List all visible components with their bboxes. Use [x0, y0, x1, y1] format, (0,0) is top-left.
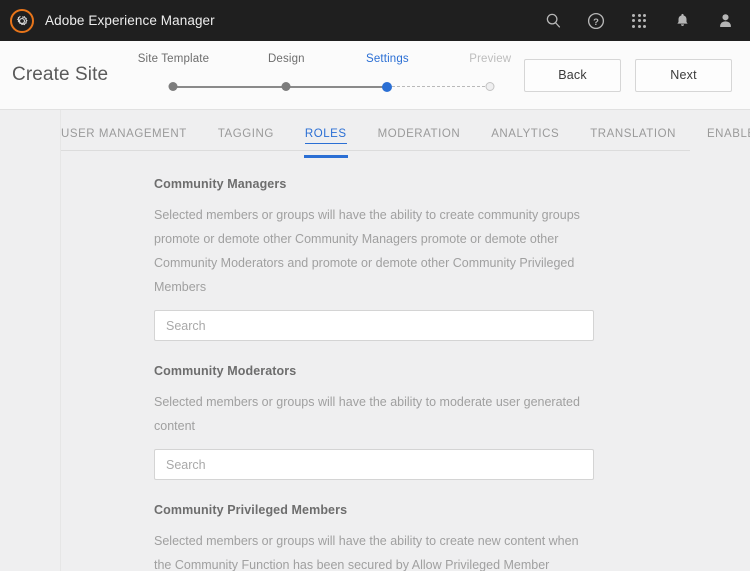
- wizard-dot-design[interactable]: [282, 82, 291, 91]
- field-label-community-moderators: Community Moderators: [154, 364, 750, 378]
- app-title: Adobe Experience Manager: [45, 13, 215, 28]
- tab-tagging[interactable]: TAGGING: [218, 128, 274, 145]
- apps-grid-icon[interactable]: [628, 10, 650, 32]
- field-description-community-managers: Selected members or groups will have the…: [154, 203, 594, 299]
- field-label-community-managers: Community Managers: [154, 177, 750, 191]
- wizard-progress-track: [133, 76, 470, 98]
- content-area: USER MANAGEMENT TAGGING ROLES MODERATION…: [0, 110, 750, 571]
- search-icon[interactable]: [542, 10, 564, 32]
- top-header-bar: Adobe Experience Manager ?: [0, 0, 750, 41]
- wizard-segment-2: [286, 86, 387, 88]
- tab-user-management[interactable]: USER MANAGEMENT: [61, 128, 187, 145]
- wizard-dot-preview[interactable]: [486, 82, 495, 91]
- field-community-privileged-members: Community Privileged Members Selected me…: [154, 503, 750, 571]
- tab-enablement[interactable]: ENABLEMENT: [707, 128, 750, 145]
- tab-roles[interactable]: ROLES: [305, 128, 347, 145]
- search-input-community-moderators[interactable]: [154, 449, 594, 480]
- svg-text:?: ?: [593, 16, 599, 27]
- wizard-step-labels: Site Template Design Settings Preview: [133, 53, 470, 73]
- tab-moderation[interactable]: MODERATION: [378, 128, 461, 145]
- help-icon[interactable]: ?: [585, 10, 607, 32]
- field-community-moderators: Community Moderators Selected members or…: [154, 364, 750, 480]
- field-community-managers: Community Managers Selected members or g…: [154, 177, 750, 341]
- back-button[interactable]: Back: [524, 59, 621, 92]
- brand[interactable]: Adobe Experience Manager: [10, 9, 215, 33]
- header-actions: ?: [542, 10, 736, 32]
- search-input-community-managers[interactable]: [154, 310, 594, 341]
- wizard-step-label-preview[interactable]: Preview: [469, 53, 511, 65]
- field-description-community-privileged-members: Selected members or groups will have the…: [154, 529, 594, 571]
- user-avatar-icon[interactable]: [714, 10, 736, 32]
- wizard-steps: Site Template Design Settings Preview: [133, 53, 470, 99]
- field-label-community-privileged-members: Community Privileged Members: [154, 503, 750, 517]
- bell-icon[interactable]: [671, 10, 693, 32]
- next-button[interactable]: Next: [635, 59, 732, 92]
- left-divider: [60, 110, 61, 571]
- wizard-segment-1: [173, 86, 286, 88]
- wizard-step-label-design[interactable]: Design: [268, 53, 305, 65]
- tab-translation[interactable]: TRANSLATION: [590, 128, 676, 145]
- wizard-step-label-settings[interactable]: Settings: [366, 53, 409, 65]
- wizard-buttons: Back Next: [524, 59, 732, 92]
- wizard-segment-3: [387, 86, 490, 87]
- roles-panel: Community Managers Selected members or g…: [0, 151, 750, 571]
- wizard-dot-settings[interactable]: [382, 82, 392, 92]
- wizard-step-label-site-template[interactable]: Site Template: [138, 53, 209, 65]
- wizard-bar: Create Site Site Template Design Setting…: [0, 41, 750, 110]
- tab-analytics[interactable]: ANALYTICS: [491, 128, 559, 145]
- settings-tabbar: USER MANAGEMENT TAGGING ROLES MODERATION…: [61, 110, 690, 151]
- page-title: Create Site: [12, 64, 108, 86]
- adobe-experience-manager-logo-icon: [10, 9, 34, 33]
- field-description-community-moderators: Selected members or groups will have the…: [154, 390, 594, 438]
- wizard-dot-site-template[interactable]: [169, 82, 178, 91]
